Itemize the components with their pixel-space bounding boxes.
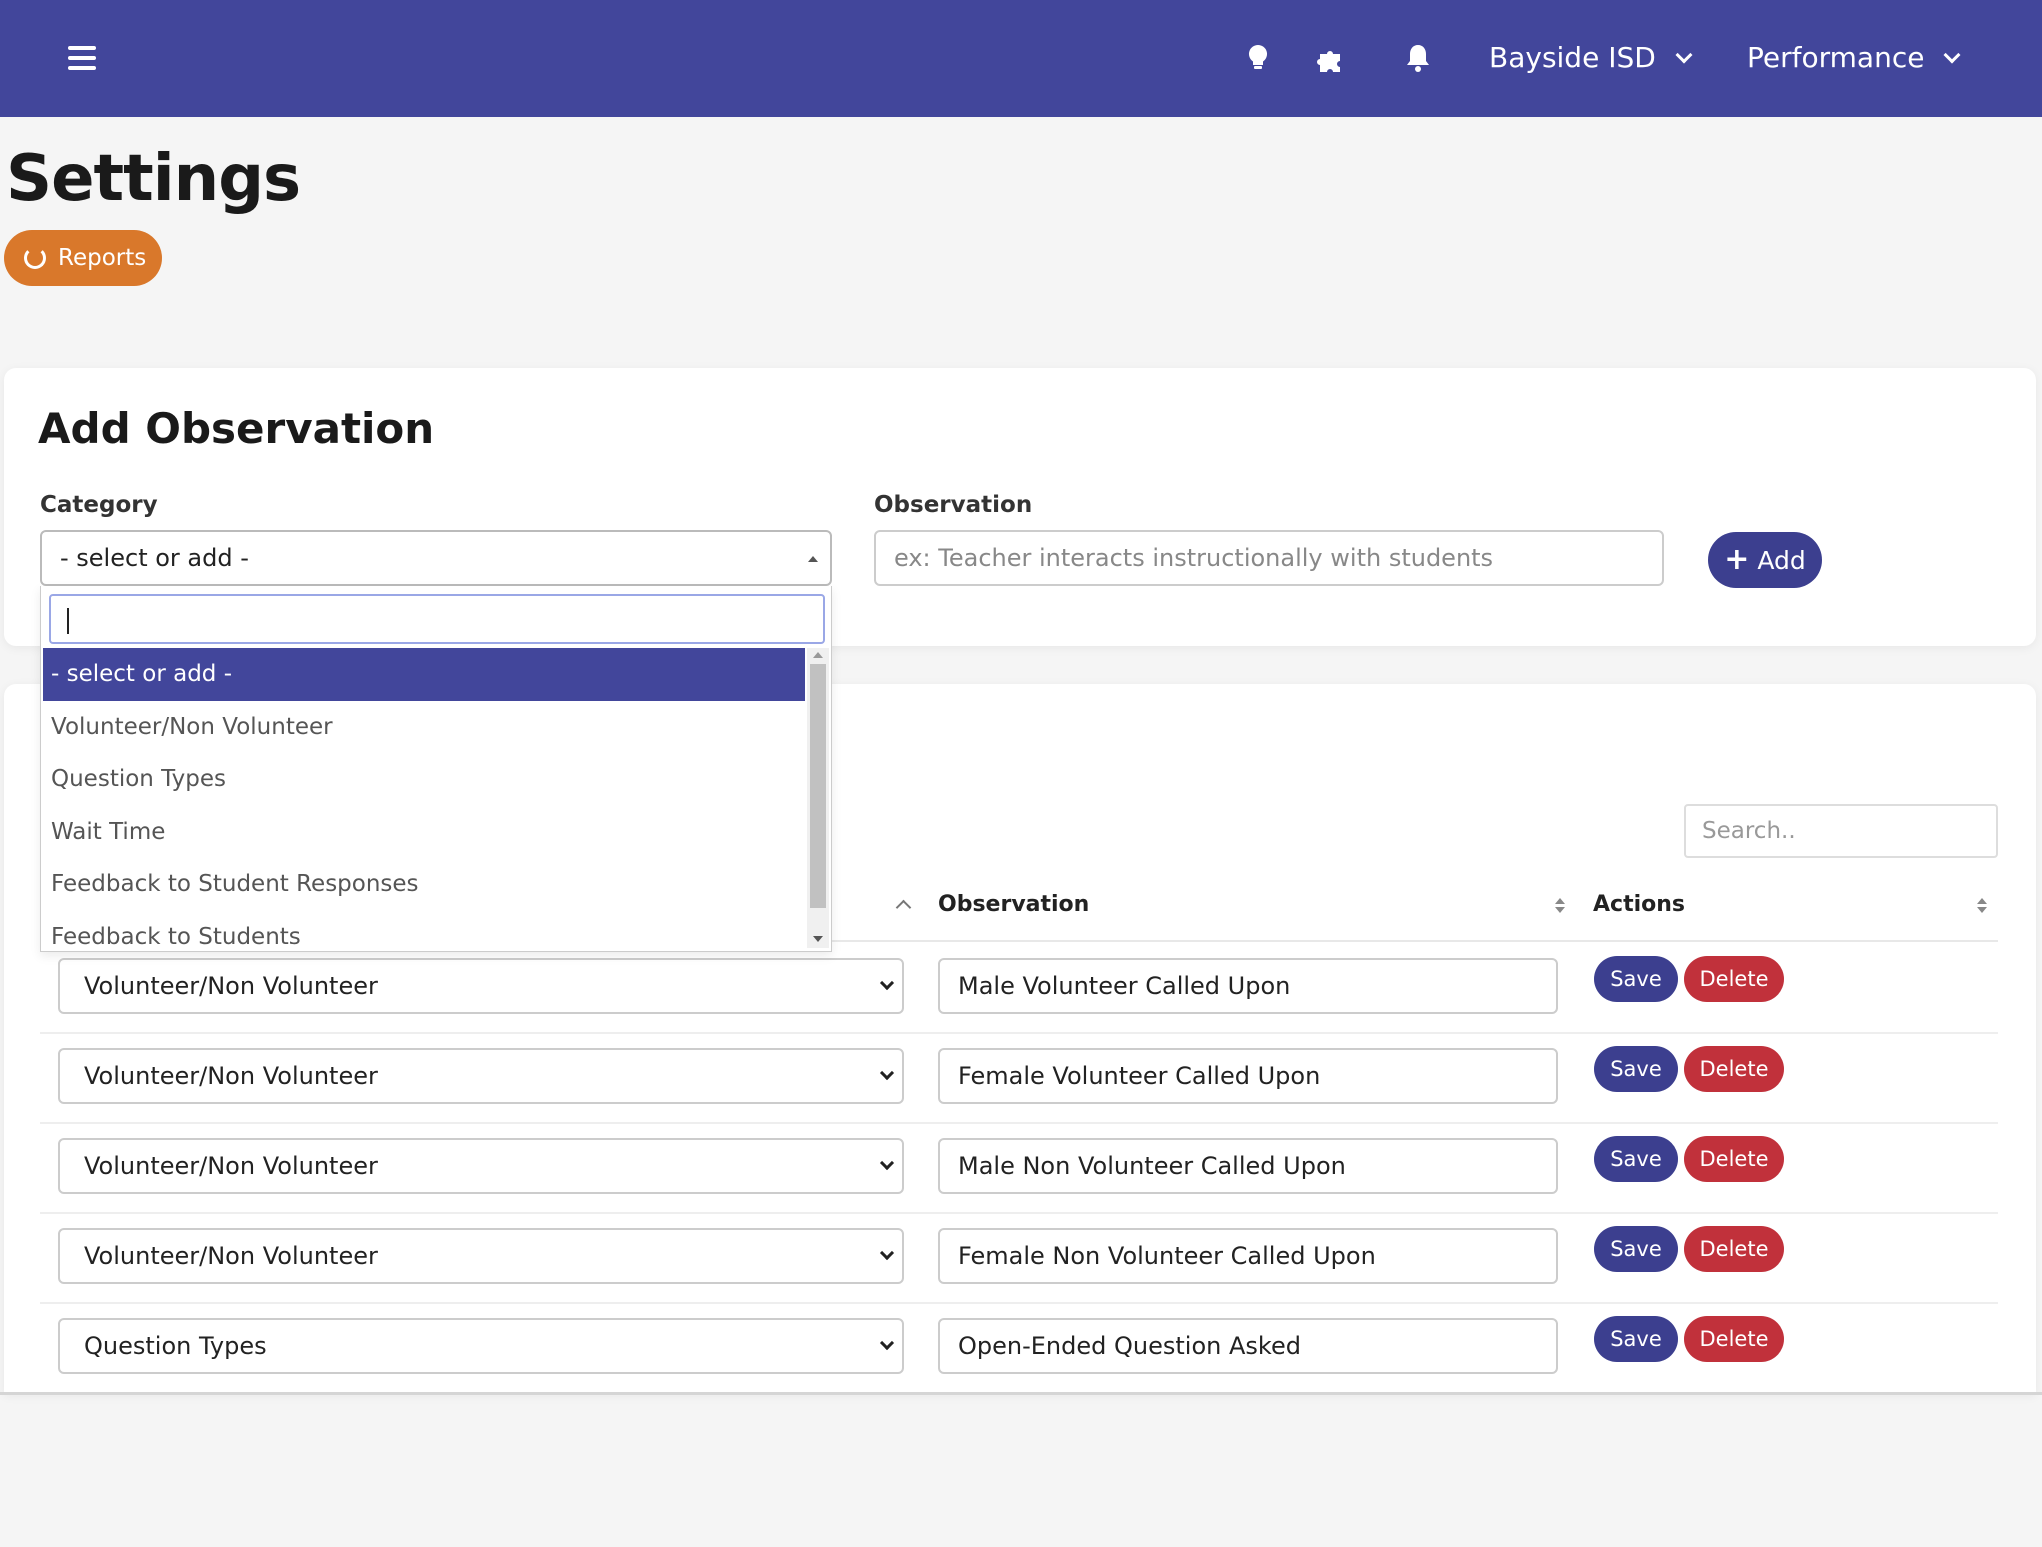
dropdown-option[interactable]: - select or add - xyxy=(43,648,805,701)
sort-icon[interactable] xyxy=(1976,896,1988,916)
delete-button[interactable]: Delete xyxy=(1684,1136,1784,1182)
delete-button[interactable]: Delete xyxy=(1684,1316,1784,1362)
row-category-select[interactable]: Volunteer/Non Volunteer xyxy=(58,1048,904,1104)
chevron-down-icon xyxy=(1675,46,1693,64)
row-category-select[interactable]: Volunteer/Non Volunteer xyxy=(58,958,904,1014)
category-select-value: - select or add - xyxy=(60,544,249,572)
history-icon xyxy=(24,247,46,269)
reports-button[interactable]: Reports xyxy=(4,230,162,286)
chevron-down-icon xyxy=(879,1335,895,1351)
dropdown-options-list: - select or add - Volunteer/Non Voluntee… xyxy=(43,648,805,948)
category-label: Category xyxy=(40,492,158,518)
page-title: Settings xyxy=(6,142,301,216)
save-button[interactable]: Save xyxy=(1594,1046,1678,1092)
row-observation-input[interactable]: Male Non Volunteer Called Upon xyxy=(938,1138,1558,1194)
dropdown-option[interactable]: Volunteer/Non Volunteer xyxy=(43,701,805,754)
row-category-value: Volunteer/Non Volunteer xyxy=(84,1062,378,1090)
page-divider xyxy=(0,1392,2042,1395)
chevron-down-icon xyxy=(879,1155,895,1171)
chevron-down-icon xyxy=(1943,46,1961,64)
row-category-value: Volunteer/Non Volunteer xyxy=(84,1242,378,1270)
table-search-input[interactable]: Search.. xyxy=(1684,804,1998,858)
row-category-value: Volunteer/Non Volunteer xyxy=(84,1152,378,1180)
add-button[interactable]: + Add xyxy=(1708,532,1822,588)
table-row: Question Types Open-Ended Question Asked… xyxy=(40,1304,1998,1394)
column-header-actions[interactable]: Actions xyxy=(1593,892,1685,917)
scroll-up-icon[interactable] xyxy=(813,652,823,658)
delete-button[interactable]: Delete xyxy=(1684,1046,1784,1092)
table-row: Volunteer/Non Volunteer Female Non Volun… xyxy=(40,1214,1998,1304)
add-button-label: Add xyxy=(1757,546,1806,575)
sort-icon[interactable] xyxy=(1554,896,1566,916)
row-observation-input[interactable]: Female Non Volunteer Called Upon xyxy=(938,1228,1558,1284)
row-observation-input[interactable]: Male Volunteer Called Upon xyxy=(938,958,1558,1014)
scroll-down-icon[interactable] xyxy=(813,936,823,942)
category-dropdown-popup: - select or add - Volunteer/Non Voluntee… xyxy=(40,586,832,952)
chevron-down-icon xyxy=(879,975,895,991)
dropdown-scrollbar[interactable] xyxy=(807,648,829,948)
dropdown-option[interactable]: Feedback to Students xyxy=(43,911,805,949)
table-row: Volunteer/Non Volunteer Male Volunteer C… xyxy=(40,944,1998,1034)
save-button[interactable]: Save xyxy=(1594,1226,1678,1272)
row-observation-input[interactable]: Female Volunteer Called Upon xyxy=(938,1048,1558,1104)
save-button[interactable]: Save xyxy=(1594,956,1678,1002)
chevron-down-icon xyxy=(879,1245,895,1261)
observation-input[interactable]: ex: Teacher interacts instructionally wi… xyxy=(874,530,1664,586)
delete-button[interactable]: Delete xyxy=(1684,1226,1784,1272)
menu-icon[interactable] xyxy=(68,46,96,70)
column-header-observation[interactable]: Observation xyxy=(938,892,1089,917)
top-navbar: Bayside ISD Performance xyxy=(0,0,2042,117)
scrollbar-thumb[interactable] xyxy=(810,664,826,908)
org-selector-dropdown[interactable]: Bayside ISD xyxy=(1489,36,1693,80)
bell-icon[interactable] xyxy=(1400,40,1436,76)
caret-up-icon xyxy=(808,556,818,562)
plus-icon: + xyxy=(1724,542,1750,577)
delete-button[interactable]: Delete xyxy=(1684,956,1784,1002)
add-observation-title: Add Observation xyxy=(38,404,435,453)
reports-button-label: Reports xyxy=(58,245,147,271)
row-category-select[interactable]: Volunteer/Non Volunteer xyxy=(58,1138,904,1194)
save-button[interactable]: Save xyxy=(1594,1136,1678,1182)
category-select[interactable]: - select or add - xyxy=(40,530,832,586)
dropdown-option[interactable]: Feedback to Student Responses xyxy=(43,858,805,911)
dropdown-option[interactable]: Question Types xyxy=(43,753,805,806)
module-selector-dropdown[interactable]: Performance xyxy=(1747,36,1961,80)
lightbulb-icon[interactable] xyxy=(1240,40,1276,76)
save-button[interactable]: Save xyxy=(1594,1316,1678,1362)
row-category-value: Volunteer/Non Volunteer xyxy=(84,972,378,1000)
observation-label: Observation xyxy=(874,492,1033,518)
chevron-down-icon xyxy=(879,1065,895,1081)
module-selector-label: Performance xyxy=(1747,41,1925,74)
text-cursor xyxy=(67,608,69,634)
org-selector-label: Bayside ISD xyxy=(1489,41,1656,74)
dropdown-option[interactable]: Wait Time xyxy=(43,806,805,859)
table-row: Volunteer/Non Volunteer Female Volunteer… xyxy=(40,1034,1998,1124)
row-category-select[interactable]: Volunteer/Non Volunteer xyxy=(58,1228,904,1284)
row-observation-input[interactable]: Open-Ended Question Asked xyxy=(938,1318,1558,1374)
puzzle-icon[interactable] xyxy=(1314,40,1350,76)
dropdown-search-input[interactable] xyxy=(49,594,825,644)
row-category-value: Question Types xyxy=(84,1332,267,1360)
table-row: Volunteer/Non Volunteer Male Non Volunte… xyxy=(40,1124,1998,1214)
row-category-select[interactable]: Question Types xyxy=(58,1318,904,1374)
